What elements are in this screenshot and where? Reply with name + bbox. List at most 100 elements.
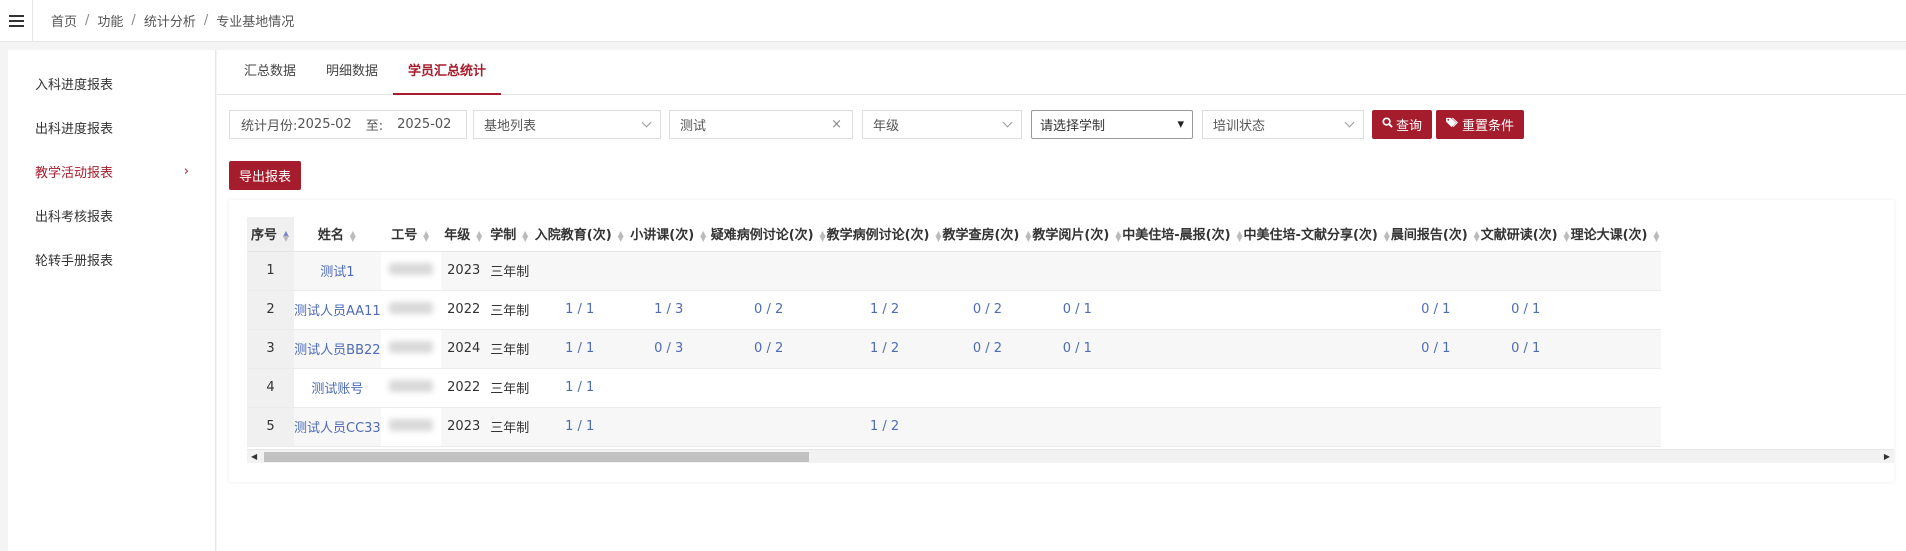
activity-count-cell[interactable]: 1 / 2 — [826, 407, 943, 447]
row-index: 4 — [247, 368, 294, 408]
scrollbar-thumb[interactable] — [264, 452, 809, 462]
reset-button[interactable]: 重置条件 — [1436, 110, 1525, 139]
activity-count-cell[interactable]: 0 / 1 — [1390, 290, 1481, 330]
activity-count-cell[interactable]: 0 / 2 — [942, 290, 1033, 330]
column-header-label: 文献研读(次) — [1480, 228, 1558, 244]
sort-icon[interactable]: ▲ ▼ — [1473, 229, 1481, 242]
sidebar-item-label: 出科考核报表 — [35, 209, 114, 225]
sort-icon[interactable]: ▲ ▼ — [617, 229, 625, 242]
scroll-right-icon[interactable]: ▶ — [1884, 450, 1890, 464]
column-header[interactable]: 入院教育(次) ▲ ▼ — [532, 217, 627, 252]
table-cell: 2023 — [440, 407, 487, 447]
sort-icon[interactable]: ▲ ▼ — [1653, 229, 1661, 242]
sort-icon[interactable]: ▲ ▼ — [1383, 229, 1391, 242]
sort-icon[interactable]: ▲ ▼ — [699, 229, 707, 242]
activity-count-cell[interactable]: 1 / 1 — [532, 407, 627, 447]
student-name-link[interactable]: 测试人员AA11 — [294, 290, 381, 330]
table-cell: 三年制 — [486, 251, 533, 291]
base-select-placeholder: 基地列表 — [484, 119, 537, 134]
student-name-link[interactable]: 测试账号 — [294, 368, 381, 408]
month-range-field[interactable]: 统计月份: 2025-02 至: 2025-02 — [229, 110, 467, 139]
sort-icon[interactable]: ▲ ▼ — [1563, 229, 1571, 242]
sort-icon[interactable]: ▲ ▼ — [349, 229, 357, 242]
activity-count-cell[interactable]: 0 / 3 — [626, 329, 711, 369]
sidebar-item-exam-report[interactable]: 出科考核报表 — [8, 193, 215, 237]
column-header[interactable]: 序号 ▲ ▼ — [247, 217, 294, 252]
activity-count-cell[interactable]: 0 / 2 — [942, 329, 1033, 369]
activity-count-cell — [532, 251, 627, 291]
column-header[interactable]: 中美住培-文献分享(次) ▲ ▼ — [1243, 217, 1391, 252]
sort-icon[interactable]: ▲ ▼ — [422, 229, 430, 242]
clear-icon[interactable]: × — [831, 117, 842, 132]
column-header[interactable]: 教学病例讨论(次) ▲ ▼ — [826, 217, 943, 252]
column-header[interactable]: 文献研读(次) ▲ ▼ — [1480, 217, 1571, 252]
column-header[interactable]: 理论大课(次) ▲ ▼ — [1570, 217, 1661, 252]
sidebar-item-discharge-report[interactable]: 出科进度报表 — [8, 105, 215, 149]
column-header[interactable]: 中美住培-晨报(次) ▲ ▼ — [1122, 217, 1244, 252]
sort-icon[interactable]: ▲ ▼ — [282, 229, 290, 242]
table-scroll-area[interactable]: 序号 ▲ ▼ 姓名 ▲ ▼ 工号 ▲ ▼ 年级 ▲ ▼ 学制 ▲ ▼ 入院教育(次) ▲ ▼ 小讲课(次) ▲ ▼ 疑难病… — [247, 217, 1894, 449]
horizontal-scrollbar[interactable]: ◀ ▶ — [247, 449, 1894, 463]
menu-icon[interactable] — [0, 0, 33, 42]
activity-count-cell[interactable]: 0 / 1 — [1480, 329, 1571, 369]
activity-count-cell[interactable]: 0 / 1 — [1032, 329, 1123, 369]
activity-count-cell[interactable]: 1 / 1 — [532, 290, 627, 330]
sort-icon[interactable]: ▲ ▼ — [1236, 229, 1244, 242]
activity-count-cell — [1243, 407, 1391, 447]
sidebar-item-admission-report[interactable]: 入科进度报表 — [8, 61, 215, 105]
activity-count-cell[interactable]: 1 / 2 — [826, 290, 943, 330]
activity-count-cell[interactable]: 1 / 2 — [826, 329, 943, 369]
column-header[interactable]: 教学查房(次) ▲ ▼ — [942, 217, 1033, 252]
column-header-label: 学制 — [490, 228, 517, 244]
scroll-left-icon[interactable]: ◀ — [251, 450, 257, 464]
breadcrumb-separator: / — [85, 13, 90, 28]
activity-count-cell[interactable]: 0 / 1 — [1390, 329, 1481, 369]
activity-count-cell[interactable]: 0 / 2 — [710, 290, 827, 330]
reset-button-label: 重置条件 — [1462, 119, 1515, 134]
activity-count-cell[interactable]: 1 / 1 — [532, 329, 627, 369]
column-header[interactable]: 姓名 ▲ ▼ — [294, 217, 381, 252]
column-header[interactable]: 疑难病例讨论(次) ▲ ▼ — [710, 217, 827, 252]
sidebar-item-label: 出科进度报表 — [35, 121, 114, 137]
sidebar-item-handbook-report[interactable]: 轮转手册报表 — [8, 237, 215, 281]
activity-count-cell[interactable]: 0 / 1 — [1032, 290, 1123, 330]
activity-count-cell[interactable]: 1 / 1 — [532, 368, 627, 408]
breadcrumb-home[interactable]: 首页 — [51, 11, 77, 30]
status-select[interactable]: 培训状态 — [1202, 110, 1364, 139]
export-button[interactable]: 导出报表 — [229, 161, 302, 190]
search-input[interactable]: 测试 × — [669, 110, 853, 139]
activity-count-cell[interactable]: 1 / 3 — [626, 290, 711, 330]
grade-select[interactable]: 年级 — [862, 110, 1022, 139]
query-button[interactable]: 查询 — [1372, 110, 1433, 139]
sort-icon[interactable]: ▲ ▼ — [1114, 229, 1122, 242]
student-name-link[interactable]: 测试人员BB22 — [294, 329, 381, 369]
activity-count-cell — [1570, 407, 1661, 447]
system-select[interactable]: 请选择学制 ▾ — [1031, 110, 1193, 139]
column-header[interactable]: 学制 ▲ ▼ — [486, 217, 533, 252]
month-to-label: 至: — [365, 119, 384, 134]
activity-count-cell[interactable]: 0 / 2 — [710, 329, 827, 369]
table-cell: 三年制 — [486, 407, 533, 447]
sort-icon[interactable]: ▲ ▼ — [819, 229, 827, 242]
table-cell: 2023 — [440, 251, 487, 291]
sort-icon[interactable]: ▲ ▼ — [521, 229, 529, 242]
breadcrumb-statistics[interactable]: 统计分析 — [144, 11, 196, 30]
column-header[interactable]: 年级 ▲ ▼ — [440, 217, 487, 252]
breadcrumb-function[interactable]: 功能 — [97, 11, 123, 30]
student-name-link[interactable]: 测试1 — [294, 251, 381, 291]
column-header[interactable]: 工号 ▲ ▼ — [380, 217, 441, 252]
sort-icon[interactable]: ▲ ▼ — [475, 229, 483, 242]
column-header[interactable]: 晨间报告(次) ▲ ▼ — [1390, 217, 1481, 252]
month-start-value[interactable]: 2025-02 — [297, 117, 351, 132]
sidebar-item-teaching-report[interactable]: 教学活动报表 › — [8, 149, 215, 193]
table-card: 序号 ▲ ▼ 姓名 ▲ ▼ 工号 ▲ ▼ 年级 ▲ ▼ 学制 ▲ ▼ 入院教育(次) ▲ ▼ 小讲课(次) ▲ ▼ 疑难病… — [229, 200, 1894, 482]
tab-summary[interactable]: 汇总数据 — [229, 50, 311, 95]
student-name-link[interactable]: 测试人员CC33 — [294, 407, 381, 447]
column-header[interactable]: 教学阅片(次) ▲ ▼ — [1032, 217, 1123, 252]
activity-count-cell[interactable]: 0 / 1 — [1480, 290, 1571, 330]
month-end-value[interactable]: 2025-02 — [397, 117, 451, 132]
column-header[interactable]: 小讲课(次) ▲ ▼ — [626, 217, 711, 252]
tab-detail[interactable]: 明细数据 — [311, 50, 393, 95]
tab-student-summary[interactable]: 学员汇总统计 — [393, 50, 502, 95]
base-select[interactable]: 基地列表 — [473, 110, 661, 139]
